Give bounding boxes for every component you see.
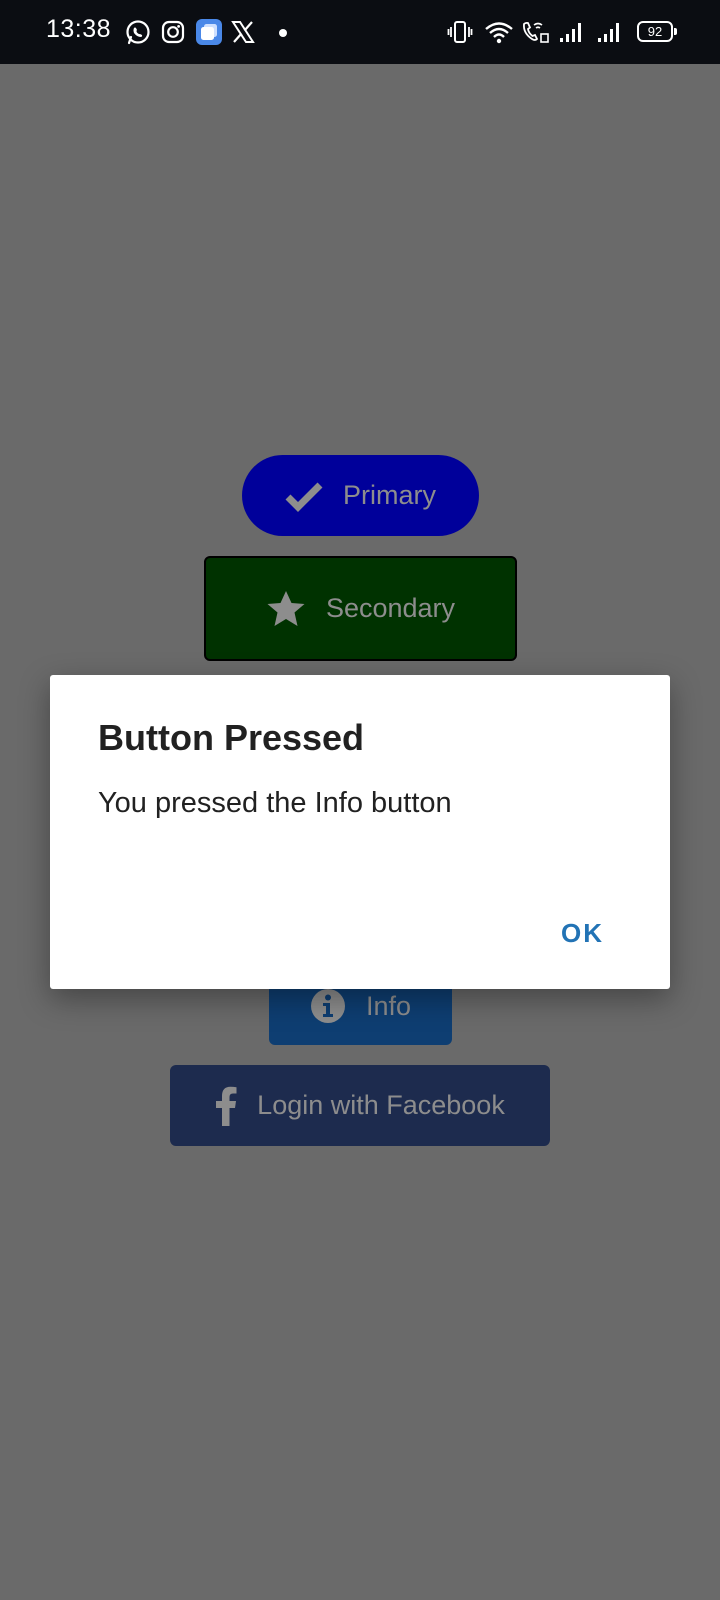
- facebook-icon: [216, 1086, 237, 1126]
- star-icon: [267, 590, 305, 626]
- battery-icon: 92: [637, 21, 677, 42]
- dialog-title: Button Pressed: [98, 717, 365, 758]
- more-notifications-dot: [279, 29, 287, 37]
- instagram-icon: [161, 20, 185, 44]
- vibrate-icon: [447, 21, 473, 43]
- wifi-icon: [485, 22, 513, 44]
- secondary-button[interactable]: Secondary: [204, 556, 517, 661]
- facebook-button-label: Login with Facebook: [257, 1090, 505, 1120]
- info-button-label: Info: [365, 990, 412, 1021]
- app-icon: [196, 19, 222, 45]
- primary-button-label: Primary: [343, 480, 436, 510]
- dialog-message: You pressed the Info button: [98, 787, 452, 819]
- ok-button[interactable]: OK: [561, 918, 604, 949]
- facebook-login-button[interactable]: Login with Facebook: [170, 1065, 550, 1146]
- alert-dialog: Button Pressed You pressed the Info butt…: [50, 675, 670, 989]
- signal-icon: [560, 23, 581, 42]
- status-time: 13:38: [46, 15, 112, 43]
- wifi-calling-icon: [523, 21, 549, 43]
- secondary-button-label: Secondary: [325, 593, 456, 623]
- signal-icon: [598, 23, 619, 42]
- info-circle-icon: [310, 989, 345, 1023]
- primary-button[interactable]: Primary: [242, 455, 479, 536]
- x-icon: [231, 21, 255, 43]
- whatsapp-icon: [126, 20, 150, 45]
- check-icon: [285, 482, 323, 512]
- status-bar: 13:38 92: [0, 0, 720, 64]
